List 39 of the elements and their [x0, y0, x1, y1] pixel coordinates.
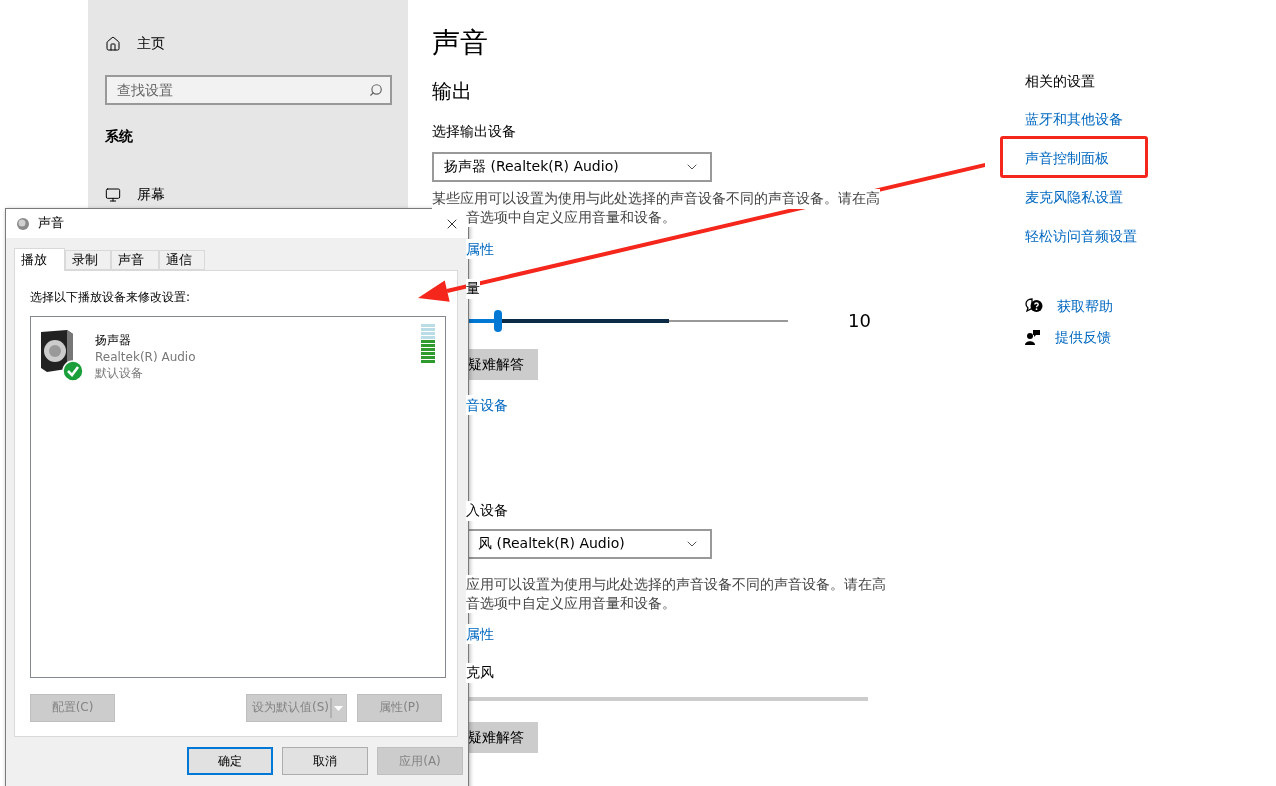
troubleshoot-button[interactable]: 疑难解答: [466, 722, 538, 753]
troubleshoot-button[interactable]: 疑难解答: [466, 349, 538, 380]
tab[interactable]: 播放: [14, 248, 65, 271]
device-name: 扬声器: [95, 331, 132, 349]
manage-devices-link[interactable]: 音设备: [466, 395, 508, 415]
search-icon: [369, 83, 383, 97]
properties-link[interactable]: 属性: [466, 239, 494, 259]
input-device-dropdown[interactable]: 风 (Realtek(R) Audio): [466, 529, 712, 559]
related-link[interactable]: 麦克风隐私设置: [1025, 186, 1123, 207]
tab[interactable]: 通信: [159, 250, 205, 270]
volume-label: 量: [466, 279, 480, 299]
instruction-text: 选择以下播放设备来修改设置:: [30, 289, 192, 306]
feedback-person-icon: [1025, 328, 1041, 345]
related-link[interactable]: 声音控制面板: [1025, 147, 1109, 168]
tab[interactable]: 录制: [65, 250, 111, 270]
device-item[interactable]: 扬声器 Realtek(R) Audio 默认设备: [37, 323, 445, 383]
related-link[interactable]: 蓝牙和其他设备: [1025, 108, 1123, 129]
help-link[interactable]: 获取帮助: [1057, 295, 1113, 316]
sidebar-item[interactable]: 屏幕: [137, 185, 165, 205]
device-driver: Realtek(R) Audio: [95, 348, 196, 366]
monitor-icon: [105, 187, 121, 203]
device-status: 默认设备: [95, 365, 144, 383]
section-heading: 系统: [105, 127, 133, 147]
home-link[interactable]: 主页: [137, 34, 165, 54]
field-label: 入设备: [466, 501, 508, 521]
window-title: 声音: [38, 214, 64, 233]
home-icon: [105, 36, 121, 52]
dialog-button[interactable]: 取消: [282, 747, 368, 775]
help-link[interactable]: 提供反馈: [1055, 326, 1111, 347]
dialog-button[interactable]: 确定: [187, 747, 273, 775]
help-chat-icon: [1025, 297, 1043, 314]
output-device-dropdown[interactable]: 扬声器 (Realtek(R) Audio): [432, 152, 712, 182]
tab[interactable]: 声音: [111, 250, 159, 270]
mic-test-label: 克风: [466, 663, 494, 683]
search-field[interactable]: 查找设置: [105, 75, 392, 105]
properties-link[interactable]: 属性: [466, 624, 494, 644]
related-heading: 相关的设置: [1025, 72, 1096, 91]
related-link[interactable]: 轻松访问音频设置: [1025, 225, 1137, 246]
slider-thumb[interactable]: [494, 310, 503, 332]
